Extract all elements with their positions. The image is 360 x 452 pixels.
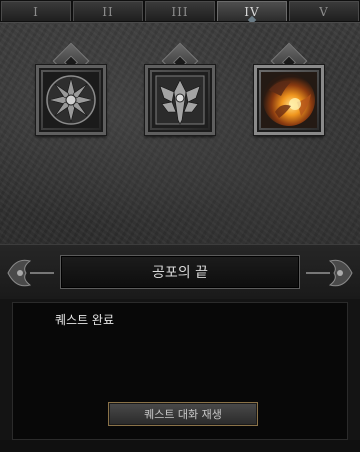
tab-act-4[interactable]: IV [217,1,287,25]
tab-act-1-label: I [33,4,39,19]
quest-frame [35,64,107,136]
quest-slot-3[interactable] [253,42,325,136]
fiery-demon-icon [261,72,317,128]
tab-act-5[interactable]: V [289,1,359,21]
quest-description-panel: 퀘스트 완료 퀘스트 대화 재생 [12,302,348,440]
quest-slot-1[interactable] [35,42,107,136]
quest-title-text: 공포의 끝 [152,265,208,281]
left-ornament-icon [7,259,54,287]
replay-dialog-button[interactable]: 퀘스트 대화 재생 [108,402,258,426]
tab-act-3[interactable]: III [145,1,215,21]
tab-act-2[interactable]: II [73,1,143,21]
tab-act-3-label: III [171,4,189,19]
quest-frame [144,64,216,136]
winged-emblem-icon [152,72,208,128]
ornate-flower-icon [43,72,99,128]
act-tab-bar: I II III IV V [0,0,360,25]
quest-frame [253,64,325,136]
quest-title: 공포의 끝 [60,255,300,289]
tab-act-1[interactable]: I [1,1,71,21]
tab-act-2-label: II [102,4,114,19]
right-ornament-icon [306,259,353,287]
bottom-border [0,440,360,452]
quest-title-bar: 공포의 끝 [0,244,360,299]
replay-dialog-button-label: 퀘스트 대화 재생 [144,408,222,421]
quest-status-text: 퀘스트 완료 [55,313,115,327]
quest-panel [0,22,360,245]
quest-slot-2[interactable] [144,42,216,136]
tab-act-5-label: V [319,4,329,19]
